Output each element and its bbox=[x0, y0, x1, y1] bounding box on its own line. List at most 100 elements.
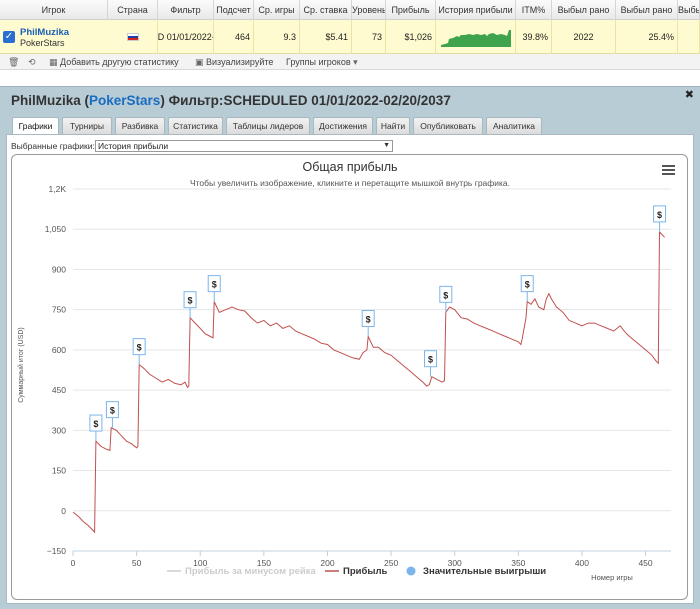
tab-analytics[interactable]: Аналитика bbox=[486, 117, 542, 134]
profit-sparkline bbox=[440, 30, 511, 47]
col-profit[interactable]: Прибыль bbox=[386, 0, 436, 20]
significant-win-flag[interactable]: $ bbox=[439, 285, 453, 313]
y-tick-label: 0 bbox=[61, 506, 66, 516]
chevron-down-icon: ▼ bbox=[383, 142, 390, 149]
visualize-label: Визуализируйте bbox=[206, 57, 274, 67]
profit-cell: $1,026 bbox=[386, 20, 436, 54]
legend-item[interactable]: Значительные выигрыши bbox=[406, 566, 547, 577]
col-profit-history[interactable]: История прибыли bbox=[436, 0, 516, 20]
grid-toolbar: 🗑 ⟲ ▦ Добавить другую статистику ▣ Визуа… bbox=[0, 54, 700, 70]
tab-publish[interactable]: Опубликовать bbox=[413, 117, 483, 134]
chart-select[interactable]: История прибыли ▼ bbox=[95, 140, 393, 152]
refresh-icon[interactable]: ⟲ bbox=[28, 56, 36, 68]
legend-item[interactable]: Прибыль за минусом рейка bbox=[167, 566, 316, 577]
profit-chart[interactable]: −15001503004506007509001,0501,2K 0 50 100 1… bbox=[12, 155, 689, 601]
col-level[interactable]: Уровень bbox=[352, 0, 386, 20]
significant-win-flag[interactable]: $ bbox=[183, 291, 197, 318]
flag-label: $ bbox=[137, 343, 142, 353]
tab-breakdown[interactable]: Разбивка bbox=[115, 117, 165, 134]
significant-win-flag[interactable]: $ bbox=[207, 275, 221, 302]
flag-label: $ bbox=[93, 419, 98, 429]
panel-filter-label: Фильтр: bbox=[168, 93, 224, 108]
charts-tab-content: Выбранные графики: История прибыли ▼ −15… bbox=[6, 134, 694, 604]
profit-series-line[interactable] bbox=[72, 230, 665, 534]
legend-symbol bbox=[406, 566, 416, 576]
early-out-2-cell: 25.4% bbox=[616, 20, 678, 54]
y-tick-label: −150 bbox=[47, 546, 66, 556]
avg-stake-cell: $5.41 bbox=[300, 20, 352, 54]
significant-win-flag[interactable]: $ bbox=[424, 350, 438, 377]
y-tick-label: 300 bbox=[52, 425, 66, 435]
x-tick-label: 450 bbox=[638, 558, 652, 568]
x-axis-label: Номер игры bbox=[591, 573, 633, 582]
flag-label: $ bbox=[212, 280, 217, 290]
grid-header: Игрок Страна Фильтр Подсчет Ср. игры Ср.… bbox=[0, 0, 700, 20]
flag-label: $ bbox=[443, 290, 448, 300]
y-tick-label: 750 bbox=[52, 305, 66, 315]
player-site: PokerStars bbox=[20, 38, 65, 48]
player-groups-dropdown[interactable]: Группы игроков ▾ bbox=[286, 56, 358, 68]
add-stats-button[interactable]: ▦ Добавить другую статистику bbox=[49, 56, 179, 68]
early-out-3-cell bbox=[678, 20, 700, 54]
profit-sparkline-cell bbox=[436, 20, 516, 54]
significant-win-flag[interactable]: $ bbox=[89, 414, 103, 442]
col-count[interactable]: Подсчет bbox=[214, 0, 254, 20]
y-tick-label: 1,050 bbox=[45, 224, 67, 234]
tab-charts[interactable]: Графики bbox=[12, 117, 59, 135]
row-checkbox[interactable]: ✓ bbox=[3, 31, 15, 43]
col-player[interactable]: Игрок bbox=[0, 0, 108, 20]
flag-label: $ bbox=[110, 406, 115, 416]
col-country[interactable]: Страна bbox=[108, 0, 158, 20]
chart-select-label: Выбранные графики: bbox=[11, 141, 95, 151]
player-detail-panel: ✖ PhilMuzika (PokerStars) Фильтр:SCHEDUL… bbox=[0, 86, 700, 609]
itm-cell: 39.8% bbox=[516, 20, 552, 54]
panel-filter-value: SCHEDULED 01/01/2022-02/20/2037 bbox=[223, 93, 451, 108]
col-filter[interactable]: Фильтр bbox=[158, 0, 214, 20]
level-cell: 73 bbox=[352, 20, 386, 54]
add-stats-label: Добавить другую статистику bbox=[60, 57, 179, 67]
significant-win-flag[interactable]: $ bbox=[653, 205, 667, 232]
flag-label: $ bbox=[525, 280, 530, 290]
grid-icon: ▦ bbox=[49, 57, 58, 67]
tab-find[interactable]: Найти bbox=[376, 117, 410, 134]
close-icon[interactable]: ✖ bbox=[685, 88, 694, 101]
tab-statistics[interactable]: Статистика bbox=[168, 117, 223, 134]
panel-site-link[interactable]: PokerStars bbox=[89, 93, 160, 108]
y-tick-label: 450 bbox=[52, 385, 66, 395]
visualize-button[interactable]: ▣ Визуализируйте bbox=[195, 56, 273, 68]
y-tick-label: 900 bbox=[52, 264, 66, 274]
tab-tournaments[interactable]: Турниры bbox=[62, 117, 112, 134]
tab-leaderboards[interactable]: Таблицы лидеров bbox=[226, 117, 310, 134]
panel-title: PhilMuzika (PokerStars) Фильтр:SCHEDULED… bbox=[11, 93, 451, 108]
significant-win-flag[interactable]: $ bbox=[132, 338, 146, 365]
flag-label: $ bbox=[188, 296, 193, 306]
col-early-out-2[interactable]: Выбыл рано bbox=[616, 0, 678, 20]
country-cell bbox=[108, 20, 158, 54]
image-icon: ▣ bbox=[195, 57, 204, 67]
col-early-out-3[interactable]: Выбыл bbox=[678, 0, 700, 20]
table-row[interactable]: ✓ PhilMuzika PokerStars SCHEDULED 01/01/… bbox=[0, 20, 700, 54]
menu-icon[interactable] bbox=[662, 165, 675, 175]
y-tick-label: 600 bbox=[52, 345, 66, 355]
col-itm[interactable]: ITM% bbox=[516, 0, 552, 20]
player-groups-label: Группы игроков bbox=[286, 57, 351, 67]
significant-win-flag[interactable]: $ bbox=[520, 275, 534, 302]
flag-label: $ bbox=[366, 314, 371, 324]
significant-wins-markers: $ $ $ $ $ $ $ $ $ $ bbox=[89, 205, 667, 442]
tab-achievements[interactable]: Достижения bbox=[313, 117, 373, 134]
col-avg-games[interactable]: Ср. игры bbox=[254, 0, 300, 20]
col-avg-stake[interactable]: Ср. ставка bbox=[300, 0, 352, 20]
significant-win-flag[interactable]: $ bbox=[361, 309, 375, 337]
filter-cell: SCHEDULED 01/01/2022- 02/20/2037 bbox=[158, 20, 214, 54]
y-axis-label: Суммарный итог (USD) bbox=[17, 327, 25, 403]
chart-legend[interactable]: Прибыль за минусом рейка Прибыль Значитель… bbox=[167, 566, 546, 577]
player-name-link[interactable]: PhilMuzika bbox=[20, 27, 69, 38]
y-tick-label: 1,2K bbox=[49, 184, 67, 194]
legend-label: Прибыль bbox=[343, 566, 387, 577]
significant-win-flag[interactable]: $ bbox=[105, 401, 119, 428]
legend-label: Значительные выигрыши bbox=[423, 566, 546, 577]
chart-select-value: История прибыли bbox=[98, 141, 169, 151]
trash-icon[interactable]: 🗑 bbox=[8, 56, 19, 68]
col-early-out-1[interactable]: Выбыл рано bbox=[552, 0, 616, 20]
profit-chart-container[interactable]: −150 0 150 300 450 600 750 900 1,050 1,2K 0 50 100 1… bbox=[11, 154, 688, 600]
